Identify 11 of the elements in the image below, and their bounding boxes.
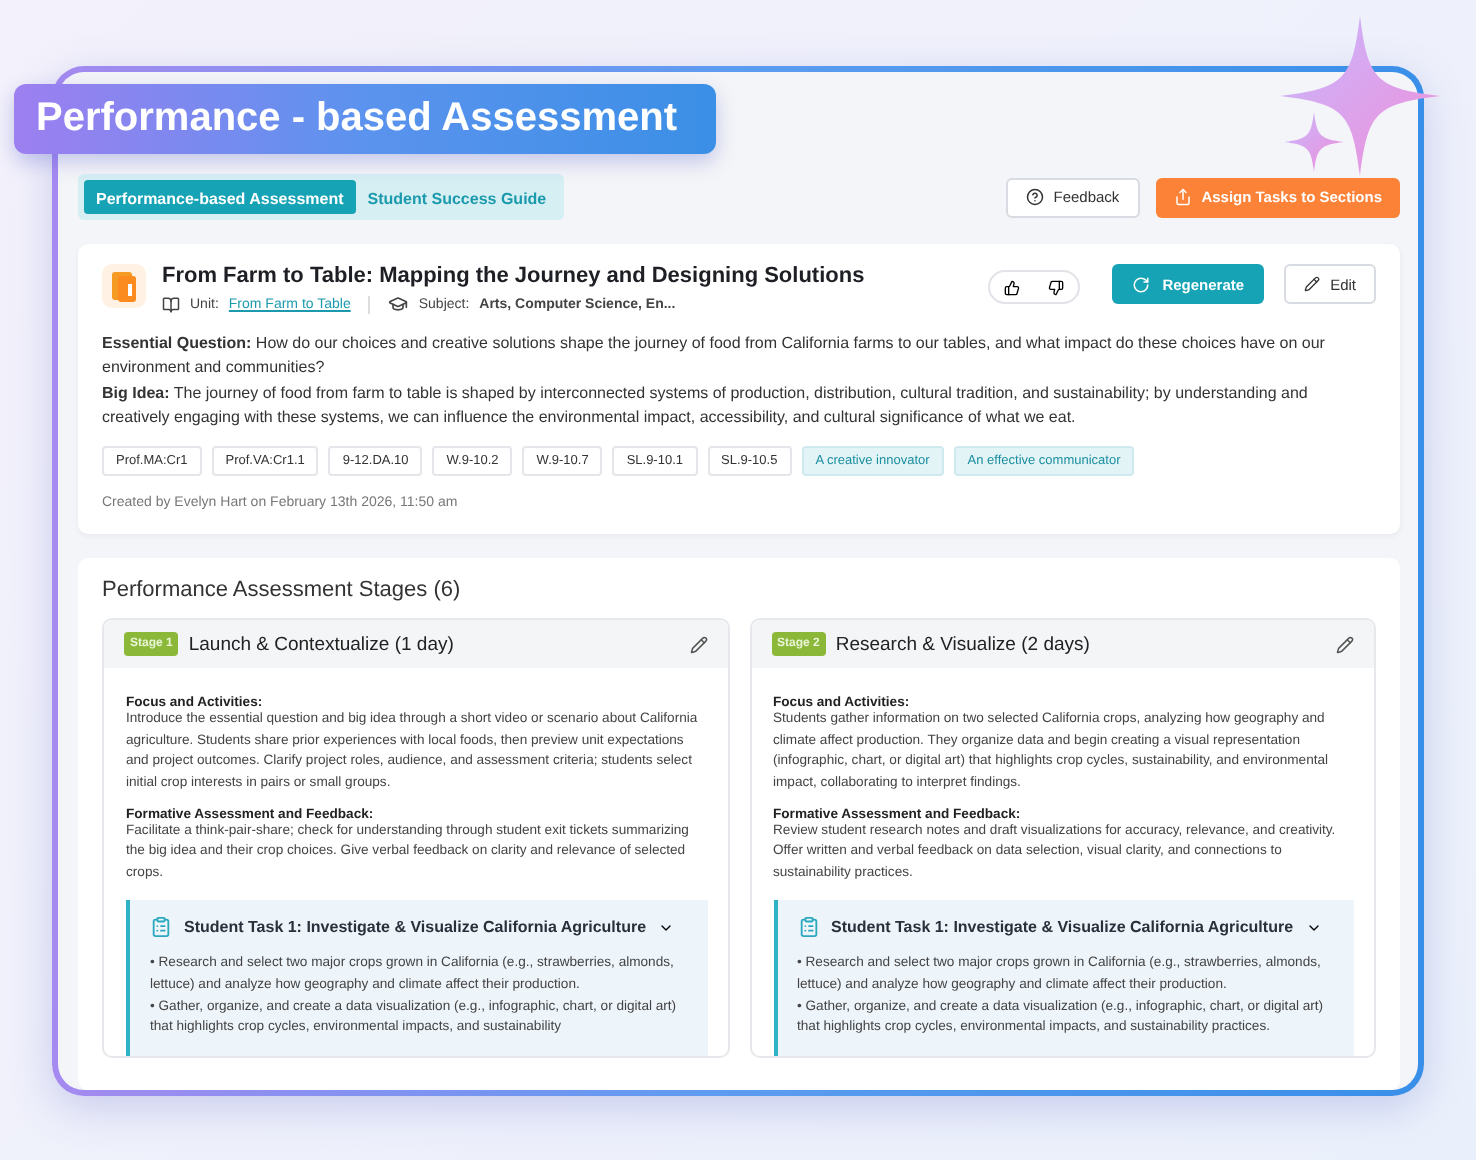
stage-title: Research & Visualize (2 days) [835,633,1092,656]
task-title: Student Task 1: Investigate & Visualize California Agriculture [184,918,647,937]
tab[interactable]: Student Success Guide [355,180,559,214]
task-title: Student Task 1: Investigate & Visualize California Agriculture [831,918,1294,937]
lesson-paragraph: Big Idea: The journey of food from farm to table is shaped by interconnected systems of production, distribution, cultural tradition, and sustainability; by understanding and creatively engaging with these systems, we can influence the environmental impact, accessibility, and cultural significance of what we eat. [102,381,1310,430]
lesson-title: From Farm to Table: Mapping the Journey and Designing Solutions [162,264,867,288]
stages-title: Performance Assessment Stages (6) [102,578,463,603]
lesson-paragraph: Essential Question: How do our choices and creative solutions shape the journey of food from California farms to our tables, and what impact do these choices have on our environment and communities? [102,332,1327,381]
banner-title: Performance - based Assessment [14,84,716,154]
stage-title: Launch & Contextualize (1 day) [188,633,456,656]
tab[interactable]: Performance-based Assessment [84,180,356,214]
